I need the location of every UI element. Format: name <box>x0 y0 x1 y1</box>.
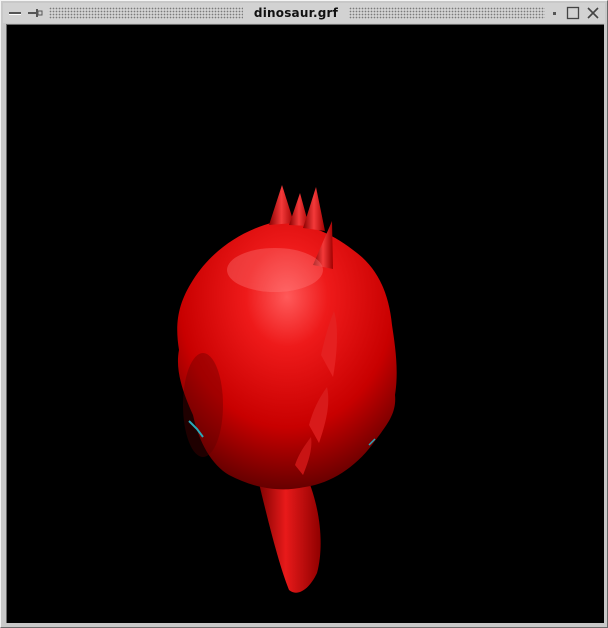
dot-icon <box>553 12 556 15</box>
side-shadow-left <box>183 353 223 457</box>
body-highlight <box>227 248 323 292</box>
title-grip-left <box>49 7 243 19</box>
dinosaur-model <box>177 185 397 593</box>
maximize-button[interactable] <box>565 6 581 20</box>
square-icon <box>566 6 580 20</box>
title-grip-right <box>349 7 545 19</box>
pin-button[interactable] <box>27 6 43 20</box>
close-button[interactable] <box>585 6 601 20</box>
minus-icon <box>9 12 21 15</box>
tail-shape <box>257 475 321 593</box>
window-menu-button[interactable] <box>7 6 23 20</box>
app-window: dinosaur.grf <box>0 0 608 628</box>
3d-viewport[interactable] <box>6 24 604 623</box>
close-icon <box>587 7 599 19</box>
spike-1 <box>269 185 294 225</box>
spike-3 <box>303 187 325 231</box>
window-title: dinosaur.grf <box>253 6 339 20</box>
shade-button[interactable] <box>547 6 563 20</box>
title-bar[interactable]: dinosaur.grf <box>3 3 605 23</box>
pin-icon <box>28 9 43 17</box>
